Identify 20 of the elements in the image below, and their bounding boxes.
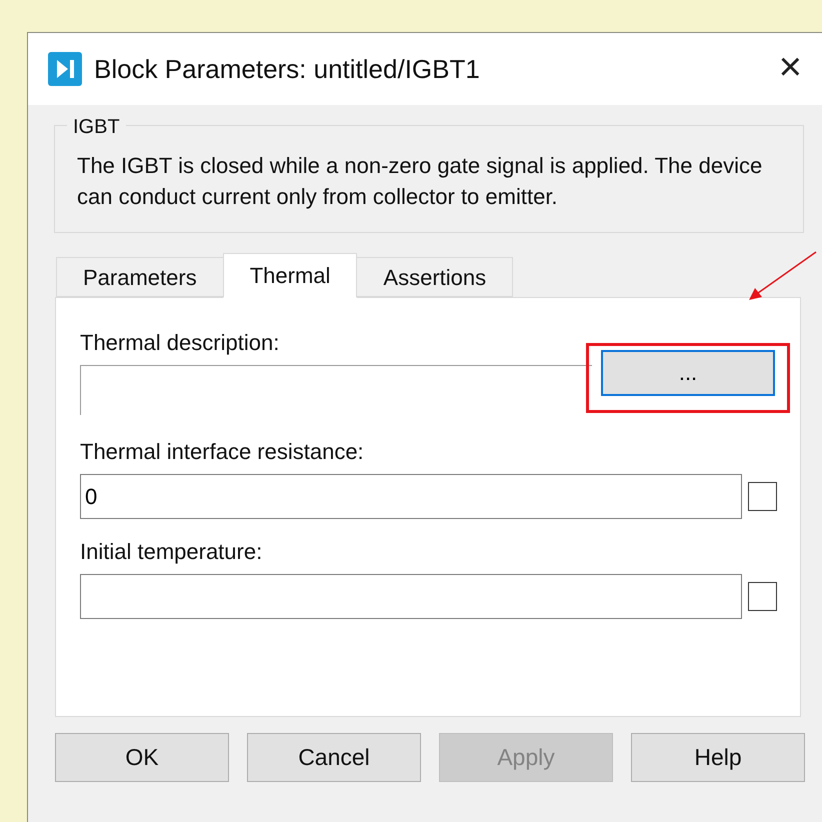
dialog-button[interactable]: Help [631,733,805,782]
annotation-arrow [746,251,818,303]
field-label: Thermal description: [80,329,280,357]
dialog-button[interactable]: OK [55,733,229,782]
window-title: Block Parameters: untitled/IGBT1 [94,52,481,86]
input-field[interactable] [80,574,742,619]
browse-button[interactable]: ... [601,350,775,396]
input-field[interactable] [80,365,592,415]
tab[interactable]: Assertions [356,257,514,297]
checkbox[interactable] [748,582,777,611]
close-button[interactable]: × [778,47,802,91]
field-label: Thermal interface resistance: [80,438,365,466]
input-field[interactable]: 0 [80,474,742,519]
dialog-button[interactable]: Cancel [247,733,421,782]
tab[interactable]: Thermal [222,253,358,298]
tab[interactable]: Parameters [56,257,224,297]
field-label: Initial temperature: [80,538,264,566]
checkbox[interactable] [748,482,777,511]
app-icon [48,52,82,86]
description-text: The IGBT is closed while a non-zero gate signal is applied. The device can conduct current only from collector to emitter. [77,152,764,211]
